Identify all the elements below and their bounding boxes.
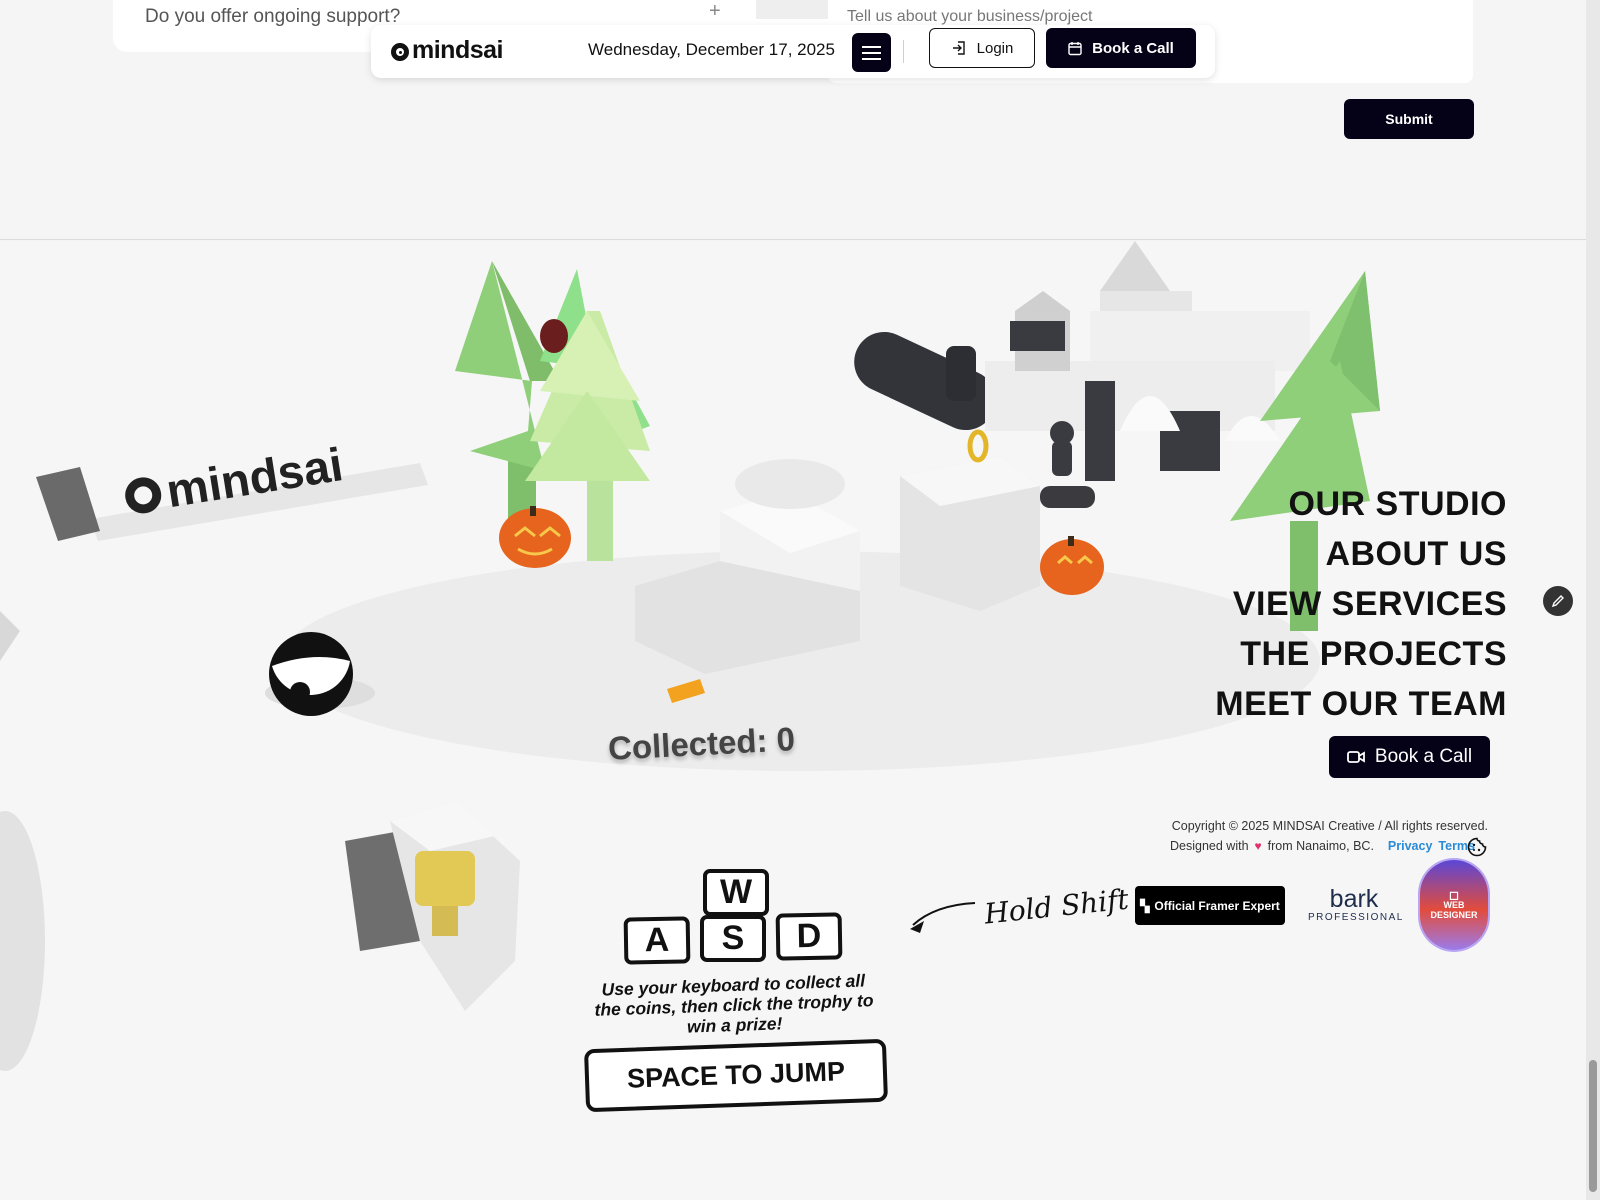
scrollbar[interactable] <box>1586 0 1600 1200</box>
current-date: Wednesday, December 17, 2025 <box>588 40 835 59</box>
navbar: mindsai Wednesday, December 17, 2025 Log… <box>371 25 1215 78</box>
login-label: Login <box>976 39 1014 57</box>
page: Do you offer ongoing support? + Tell us … <box>0 0 1600 1200</box>
space-to-jump: SPACE TO JUMP <box>583 1038 889 1113</box>
designed-with: Designed with ♥ from Nanaimo, BC. Privac… <box>1170 839 1475 853</box>
pumpkin <box>1040 536 1104 595</box>
key-s: S <box>700 915 766 962</box>
faq-shade <box>756 0 830 19</box>
menu-link-meet-our-team[interactable]: MEET OUR TEAM <box>1215 685 1507 724</box>
web-designer-seal[interactable]: ◻ WEB DESIGNER <box>1420 860 1488 950</box>
footer-book-label: Book a Call <box>1374 746 1473 767</box>
submit-button[interactable]: Submit <box>1344 99 1474 139</box>
menu-link-view-services[interactable]: VIEW SERVICES <box>1233 585 1507 624</box>
menu-link-our-studio[interactable]: OUR STUDIO <box>1289 485 1507 524</box>
framer-badge-label: Official Framer Expert <box>1154 898 1280 913</box>
login-icon <box>952 41 965 55</box>
designed-prefix: Designed with <box>1170 839 1249 853</box>
brand-mark-icon <box>391 43 409 61</box>
seal-icon: ◻ <box>1449 888 1459 902</box>
video-icon <box>1347 751 1365 763</box>
brand-logo[interactable]: mindsai <box>391 36 503 65</box>
bark-professional-badge[interactable]: bark PROFESSIONAL <box>1308 885 1404 926</box>
brand-mark-icon <box>122 474 164 516</box>
bark-name: bark <box>1329 885 1379 913</box>
key-w: W <box>703 869 769 916</box>
book-call-label: Book a Call <box>1092 39 1174 57</box>
hamburger-icon <box>862 45 881 48</box>
footer-book-call-button[interactable]: Book a Call <box>1329 736 1490 778</box>
edit-button[interactable] <box>1543 586 1573 616</box>
menu-button[interactable] <box>852 33 891 72</box>
plus-icon[interactable]: + <box>709 0 721 23</box>
menu-link-the-projects[interactable]: THE PROJECTS <box>1240 635 1507 674</box>
login-button[interactable]: Login <box>929 28 1035 68</box>
calendar-icon <box>1068 41 1082 55</box>
message-textarea[interactable]: Tell us about your business/project <box>847 8 1092 26</box>
copyright-text: Copyright © 2025 MINDSAI Creative / All … <box>1171 819 1488 833</box>
coin <box>967 429 989 463</box>
faq-question: Do you offer ongoing support? <box>145 6 401 27</box>
key-d: D <box>775 912 843 961</box>
scrollbar-thumb[interactable] <box>1589 1060 1597 1192</box>
hamburger-icon <box>862 57 881 60</box>
trophy-pedestal[interactable] <box>345 801 520 1011</box>
bark-sub: PROFESSIONAL <box>1308 912 1404 923</box>
designed-suffix: from Nanaimo, BC. <box>1267 839 1374 853</box>
cookie-icon[interactable] <box>1467 837 1487 857</box>
seal-text: WEB DESIGNER <box>1430 900 1478 920</box>
hamburger-icon <box>862 51 881 54</box>
key-a: A <box>623 916 691 965</box>
nav-divider <box>903 40 904 63</box>
heart-icon: ♥ <box>1254 839 1262 853</box>
book-call-button[interactable]: Book a Call <box>1046 28 1196 68</box>
pencil-icon <box>1551 595 1564 608</box>
brand-name: mindsai <box>412 36 503 64</box>
castle <box>985 241 1310 481</box>
framer-expert-badge[interactable]: ▚ Official Framer Expert <box>1135 886 1285 925</box>
menu-link-about-us[interactable]: ABOUT US <box>1325 535 1507 574</box>
framer-icon: ▚ <box>1140 898 1150 913</box>
game-instructions: Use your keyboard to collect all the coi… <box>594 970 874 1037</box>
privacy-link[interactable]: Privacy <box>1388 839 1432 853</box>
